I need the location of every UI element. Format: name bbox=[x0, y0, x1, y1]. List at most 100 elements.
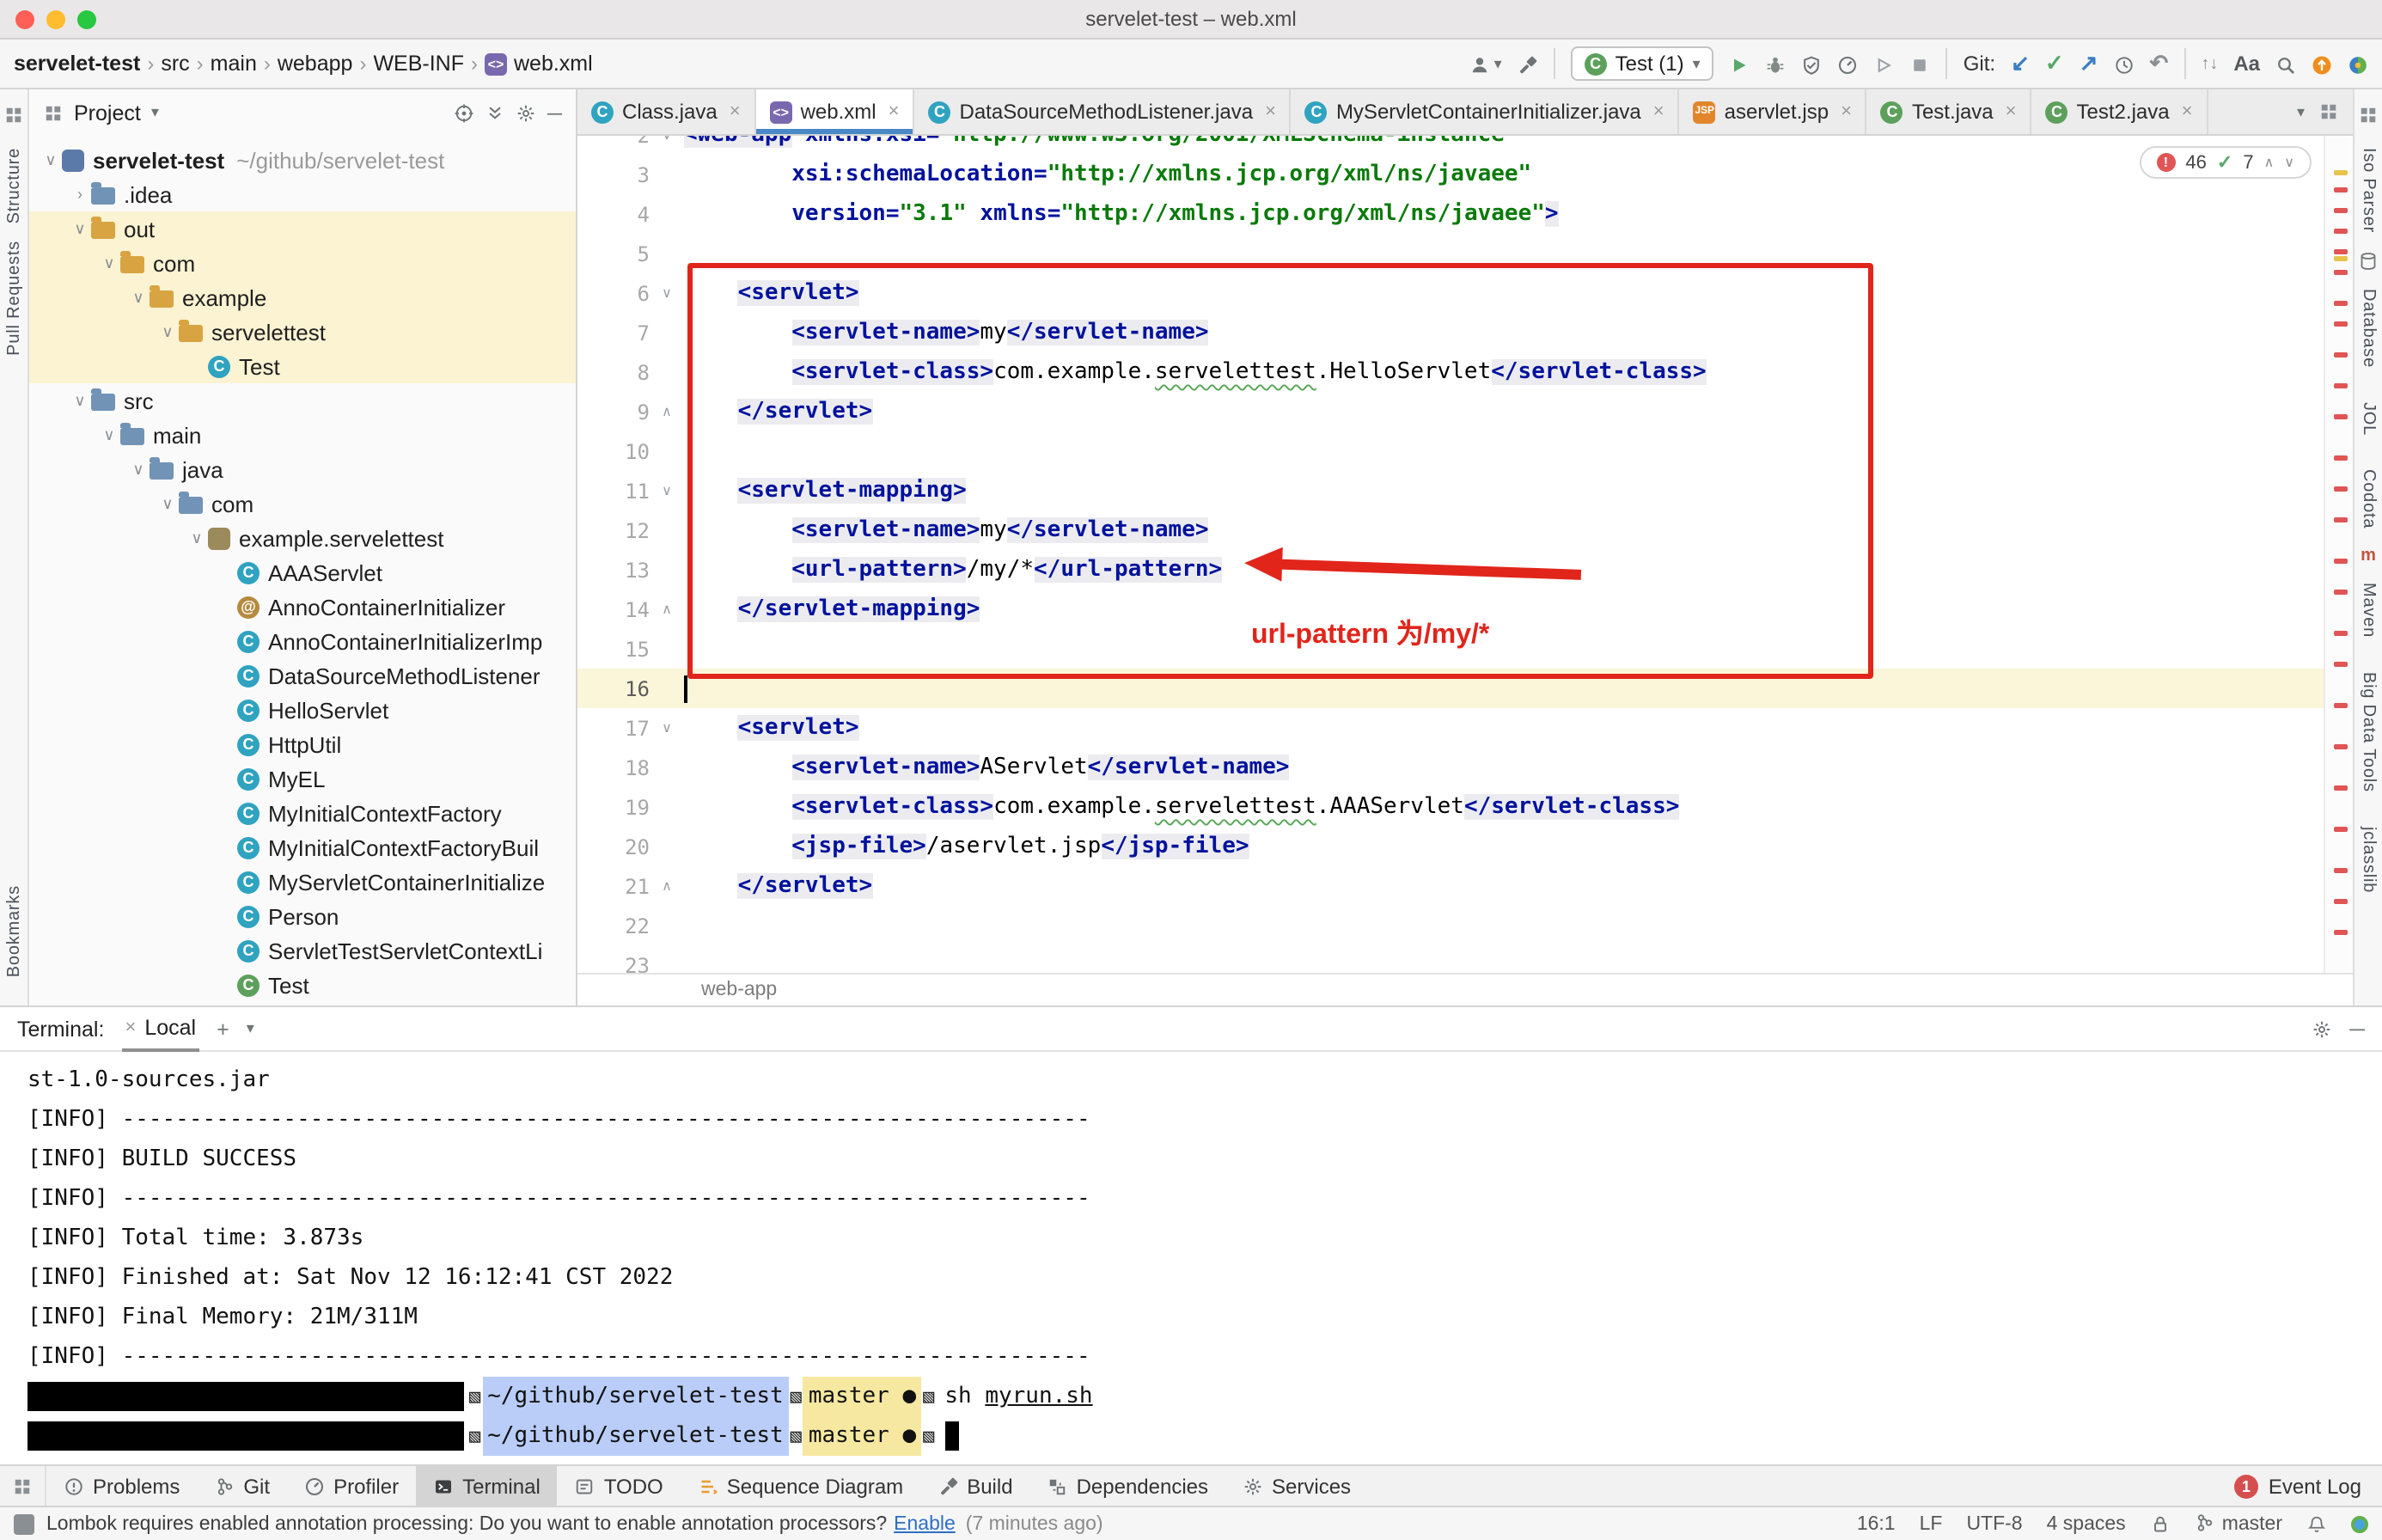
close-icon[interactable]: × bbox=[889, 101, 900, 122]
code-line-12[interactable]: 12 <servlet-name>my</servlet-name> bbox=[577, 510, 2325, 550]
statusbar-build[interactable]: Build bbox=[920, 1466, 1029, 1506]
chevron-down-icon[interactable]: ▾ bbox=[247, 1019, 254, 1038]
indent-widget[interactable]: 4 spaces bbox=[2047, 1513, 2126, 1534]
tree-toggle[interactable]: ∨ bbox=[69, 391, 91, 410]
run-disabled-button[interactable] bbox=[1874, 51, 1895, 76]
lock-icon[interactable] bbox=[2150, 1513, 2171, 1534]
editor-tab-Test-java[interactable]: CTest.java× bbox=[1867, 89, 2032, 134]
editor-tab-Test2-java[interactable]: CTest2.java× bbox=[2032, 89, 2208, 134]
tree-toggle[interactable]: ∨ bbox=[186, 529, 208, 547]
tree-item-java[interactable]: ∨java bbox=[29, 452, 576, 486]
statusbar-dependencies[interactable]: Dependencies bbox=[1030, 1466, 1225, 1506]
terminal-settings-icon[interactable] bbox=[2312, 1017, 2332, 1041]
git-branch-widget[interactable]: master bbox=[2195, 1513, 2282, 1534]
tree-item--idea[interactable]: ›.idea bbox=[29, 177, 576, 211]
new-session-button[interactable]: + bbox=[217, 1017, 229, 1041]
breadcrumb-item[interactable]: main bbox=[211, 52, 257, 76]
command-link[interactable]: myrun.sh bbox=[985, 1377, 1092, 1416]
code-line-8[interactable]: 8 <servlet-class>com.example.servelettes… bbox=[577, 352, 2325, 392]
tree-toggle[interactable]: › bbox=[69, 186, 91, 203]
tool-strip-big-data-tools[interactable]: Big Data Tools bbox=[2358, 655, 2379, 810]
ide-update-button[interactable] bbox=[2312, 51, 2332, 76]
close-icon[interactable]: × bbox=[2182, 101, 2193, 122]
tool-strip-jclasslib[interactable]: jclasslib bbox=[2358, 809, 2379, 909]
tool-window-grid-icon[interactable] bbox=[3, 100, 24, 131]
tree-item-AAAServlet[interactable]: CAAAServlet bbox=[29, 555, 576, 590]
plugin-status-icon[interactable] bbox=[2351, 1515, 2368, 1532]
code-line-23[interactable]: 23 bbox=[577, 945, 2325, 973]
git-commit-button[interactable]: ✓ bbox=[2045, 50, 2064, 77]
run-config-selector[interactable]: C Test (1) ▾ bbox=[1571, 46, 1714, 81]
tree-toggle[interactable]: ∨ bbox=[98, 254, 120, 272]
search-everywhere-button[interactable] bbox=[2275, 51, 2296, 76]
fold-marker[interactable]: ∧ bbox=[650, 602, 684, 617]
stop-button[interactable] bbox=[1910, 51, 1931, 76]
code-line-6[interactable]: 6∨ <servlet> bbox=[577, 273, 2325, 313]
translate-button[interactable]: Aa bbox=[2233, 52, 2260, 76]
terminal-output[interactable]: st-1.0-sources.jar[INFO] ---------------… bbox=[0, 1052, 2382, 1464]
tool-strip-structure[interactable]: Structure bbox=[4, 148, 23, 223]
tool-strip-database[interactable]: Database bbox=[2358, 250, 2379, 384]
code-line-19[interactable]: 19 <servlet-class>com.example.servelette… bbox=[577, 787, 2325, 827]
code-line-4[interactable]: 4 version="3.1" xmlns="http://xmlns.jcp.… bbox=[577, 194, 2325, 234]
run-button[interactable] bbox=[1730, 51, 1750, 76]
notification-action-link[interactable]: Enable bbox=[894, 1513, 956, 1534]
tree-item-main[interactable]: ∨main bbox=[29, 418, 576, 452]
tree-item-MyInitialContextFactoryBuil[interactable]: CMyInitialContextFactoryBuil bbox=[29, 830, 576, 865]
code-line-10[interactable]: 10 bbox=[577, 431, 2325, 471]
rollback-button[interactable]: ↶ bbox=[2150, 50, 2169, 77]
tree-item-AnnoContainerInitializer[interactable]: @AnnoContainerInitializer bbox=[29, 590, 576, 624]
code-line-13[interactable]: 13 <url-pattern>/my/*</url-pattern> bbox=[577, 550, 2325, 590]
hide-panel-button[interactable]: ─ bbox=[547, 101, 562, 125]
tree-item-servelettest[interactable]: ∨servelettest bbox=[29, 315, 576, 349]
code-line-18[interactable]: 18 <servlet-name>AServlet</servlet-name> bbox=[577, 748, 2325, 787]
close-icon[interactable]: × bbox=[1653, 101, 1664, 122]
tool-strip-bookmarks[interactable]: Bookmarks bbox=[4, 886, 23, 978]
tree-item-Test[interactable]: CTest bbox=[29, 349, 576, 383]
error-stripe[interactable] bbox=[2324, 136, 2353, 973]
close-icon[interactable]: × bbox=[2006, 101, 2017, 122]
build-project-button[interactable] bbox=[1518, 51, 1538, 76]
tree-toggle[interactable]: ∨ bbox=[156, 322, 179, 341]
statusbar-git[interactable]: Git bbox=[197, 1466, 287, 1506]
breadcrumb-item[interactable]: <>web.xml bbox=[485, 52, 593, 76]
debug-button[interactable] bbox=[1766, 51, 1786, 76]
close-icon[interactable]: × bbox=[125, 1017, 136, 1037]
tool-window-grid-icon[interactable] bbox=[2358, 100, 2379, 131]
tree-toggle[interactable]: ∨ bbox=[156, 494, 179, 513]
code-line-16[interactable]: 16 bbox=[577, 669, 2325, 708]
prev-issue-button[interactable]: ∧ bbox=[2264, 155, 2275, 170]
code-line-5[interactable]: 5 bbox=[577, 234, 2325, 273]
tree-item-HttpUtil[interactable]: CHttpUtil bbox=[29, 727, 576, 761]
tree-toggle[interactable]: ∨ bbox=[127, 460, 150, 479]
statusbar-problems[interactable]: Problems bbox=[46, 1466, 197, 1506]
code-line-21[interactable]: 21∧ </servlet> bbox=[577, 866, 2325, 906]
tool-strip-iso-parser[interactable]: Iso Parser bbox=[2358, 131, 2379, 250]
terminal-tab-local[interactable]: × Local bbox=[121, 1005, 199, 1052]
editor-breadcrumb[interactable]: web-app bbox=[701, 980, 777, 1000]
close-icon[interactable]: × bbox=[730, 101, 741, 122]
breadcrumb-item[interactable]: src bbox=[161, 52, 189, 76]
tree-item-MyInitialContextFactory[interactable]: CMyInitialContextFactory bbox=[29, 796, 576, 830]
breadcrumb-item[interactable]: servelet-test bbox=[14, 52, 140, 76]
statusbar-todo[interactable]: TODO bbox=[558, 1466, 681, 1506]
statusbar-profiler[interactable]: Profiler bbox=[287, 1466, 416, 1506]
code-line-7[interactable]: 7 <servlet-name>my</servlet-name> bbox=[577, 313, 2325, 352]
statusbar-terminal[interactable]: Terminal bbox=[416, 1466, 558, 1506]
minimize-panel-button[interactable]: ─ bbox=[2349, 1017, 2365, 1041]
hidden-tabs-chevron[interactable]: ▾ bbox=[2297, 102, 2305, 121]
code-line-11[interactable]: 11∨ <servlet-mapping> bbox=[577, 471, 2325, 510]
tool-strip-codota[interactable]: Codota bbox=[2358, 452, 2379, 546]
git-update-button[interactable]: ↙ bbox=[2011, 50, 2030, 77]
git-push-button[interactable]: ↗ bbox=[2080, 50, 2098, 77]
fold-marker[interactable]: ∨ bbox=[650, 285, 684, 301]
account-button[interactable]: ▾ bbox=[1470, 51, 1502, 76]
tree-item-ServletTestServletContextLi[interactable]: CServletTestServletContextLi bbox=[29, 933, 576, 968]
line-ending-widget[interactable]: LF bbox=[1920, 1513, 1943, 1534]
caret-position-widget[interactable]: 16:1 bbox=[1857, 1513, 1896, 1534]
close-icon[interactable]: × bbox=[1265, 101, 1276, 122]
code-area[interactable]: 2∨<web-app xmlns:xsi="http://www.w3.org/… bbox=[577, 136, 2325, 973]
tree-toggle[interactable]: ∨ bbox=[127, 288, 150, 307]
settings-gear-icon[interactable] bbox=[516, 102, 537, 123]
statusbar-services[interactable]: Services bbox=[1225, 1466, 1368, 1506]
